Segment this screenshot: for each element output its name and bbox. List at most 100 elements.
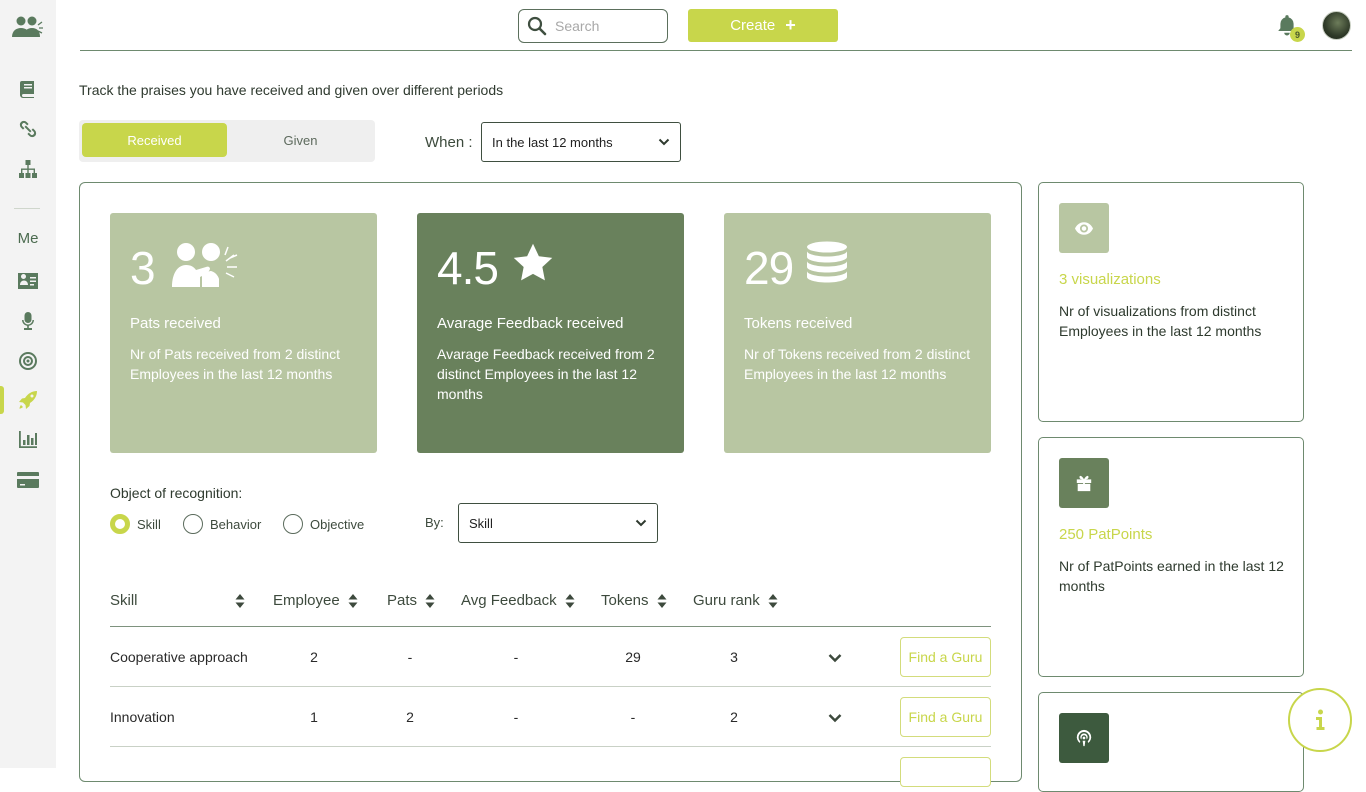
- table-cell-tokens: 29: [625, 649, 641, 665]
- by-select-value: Skill: [469, 515, 493, 531]
- feedback-title: Avarage Feedback received: [437, 315, 624, 332]
- search-icon: [527, 16, 547, 36]
- pats-value: 3: [130, 242, 156, 294]
- sidebar-me-label[interactable]: Me: [0, 230, 56, 247]
- star-icon: [513, 243, 553, 281]
- pat-people-icon: [172, 243, 238, 287]
- microphone-icon[interactable]: [0, 306, 56, 336]
- podcast-card: [1038, 692, 1304, 792]
- column-header-guru-rank[interactable]: Guru rank: [693, 592, 778, 609]
- column-header-skill[interactable]: Skill: [110, 592, 245, 609]
- plus-icon: +: [785, 15, 796, 35]
- chevron-down-icon: [658, 138, 670, 146]
- target-icon[interactable]: [0, 346, 56, 376]
- radio-objective[interactable]: Objective: [283, 514, 364, 534]
- tokens-value: 29: [744, 242, 794, 294]
- radio-behavior-label: Behavior: [210, 516, 262, 532]
- by-select[interactable]: Skill: [458, 503, 658, 543]
- tab-given[interactable]: Given: [229, 123, 372, 157]
- sort-icon[interactable]: [657, 593, 667, 608]
- notification-badge: 9: [1290, 27, 1305, 42]
- column-header-guru-rank-label: Guru rank: [693, 592, 760, 609]
- find-guru-button[interactable]: Find a Guru: [900, 697, 991, 737]
- radio-behavior-indicator[interactable]: [183, 514, 203, 534]
- eye-icon-box: [1059, 203, 1109, 253]
- page-intro: Track the praises you have received and …: [79, 82, 504, 98]
- search-input[interactable]: [555, 18, 655, 34]
- table-cell-guru-rank: 2: [730, 709, 738, 725]
- pats-desc: Nr of Pats received from 2 distinct Empl…: [130, 346, 341, 382]
- table-header-divider: [110, 626, 991, 627]
- users-logo-icon[interactable]: [0, 12, 56, 42]
- when-select-value: In the last 12 months: [492, 134, 613, 150]
- link-icon[interactable]: [0, 114, 56, 144]
- radio-objective-indicator[interactable]: [283, 514, 303, 534]
- radio-objective-label: Objective: [310, 516, 365, 532]
- bar-chart-icon[interactable]: [0, 424, 56, 454]
- object-of-recognition-label: Object of recognition:: [110, 485, 243, 501]
- patpoints-card: 250 PatPoints Nr of PatPoints earned in …: [1038, 437, 1304, 677]
- radio-skill-indicator[interactable]: [110, 514, 130, 534]
- tokens-desc: Nr of Tokens received from 2 distinct Em…: [744, 346, 971, 382]
- table-cell-avg-feedback: -: [513, 649, 519, 665]
- sidebar: Me: [0, 0, 56, 768]
- expand-chevron-icon[interactable]: [828, 713, 842, 723]
- create-button[interactable]: Create +: [688, 9, 838, 42]
- visualizations-card: 3 visualizations Nr of visualizations fr…: [1038, 182, 1304, 422]
- table-row-divider: [110, 686, 991, 687]
- feedback-desc: Avarage Feedback received from 2 distinc…: [437, 346, 655, 402]
- feedback-card: 4.5 Avarage Feedback received Avarage Fe…: [417, 213, 684, 453]
- book-icon[interactable]: [0, 74, 56, 104]
- org-chart-icon[interactable]: [0, 154, 56, 184]
- info-button[interactable]: [1288, 688, 1352, 752]
- sort-icon[interactable]: [235, 593, 245, 608]
- feedback-value: 4.5: [437, 242, 499, 294]
- table-cell-guru-rank: 3: [730, 649, 738, 665]
- visualizations-desc: Nr of visualizations from distinct Emplo…: [1059, 303, 1262, 339]
- column-header-employee[interactable]: Employee: [273, 592, 358, 609]
- find-guru-button[interactable]: Find a Guru: [900, 637, 991, 677]
- id-card-icon[interactable]: [0, 266, 56, 296]
- create-button-label: Create: [730, 17, 776, 34]
- column-header-pats-label: Pats: [387, 592, 418, 609]
- expand-chevron-icon[interactable]: [828, 653, 842, 663]
- tab-received[interactable]: Received: [82, 123, 227, 157]
- column-header-avg-feedback[interactable]: Avg Feedback: [461, 592, 575, 609]
- pats-card: 3 Pats received Nr of Pats received from…: [110, 213, 377, 453]
- avatar[interactable]: [1322, 11, 1351, 40]
- table-cell-pats: -: [407, 649, 413, 665]
- table-cell-skill: Cooperative approach: [110, 649, 248, 665]
- table-cell-employee: 1: [310, 709, 318, 725]
- when-select[interactable]: In the last 12 months: [481, 122, 681, 162]
- sort-icon[interactable]: [348, 593, 358, 608]
- sidebar-divider: [14, 208, 40, 209]
- visualizations-title: 3 visualizations: [1059, 271, 1161, 288]
- chevron-down-icon: [635, 519, 647, 527]
- column-header-avg-feedback-label: Avg Feedback: [461, 592, 557, 609]
- column-header-pats[interactable]: Pats: [387, 592, 435, 609]
- sort-icon[interactable]: [425, 593, 435, 608]
- tokens-card: 29 Tokens received Nr of Tokens received…: [724, 213, 991, 453]
- podcast-icon: [1076, 729, 1092, 747]
- table-cell-avg-feedback: -: [513, 709, 519, 725]
- patpoints-desc: Nr of PatPoints earned in the last 12 mo…: [1059, 558, 1284, 594]
- table-cell-tokens: -: [630, 709, 636, 725]
- column-header-tokens[interactable]: Tokens: [601, 592, 667, 609]
- sort-icon[interactable]: [565, 593, 575, 608]
- table-row-divider: [110, 746, 991, 747]
- table-cell-employee: 2: [310, 649, 318, 665]
- search-box[interactable]: [518, 9, 668, 43]
- find-guru-button-partial[interactable]: [900, 757, 991, 787]
- credit-card-icon[interactable]: [0, 465, 56, 495]
- eye-icon: [1075, 221, 1093, 235]
- rocket-icon[interactable]: [0, 385, 56, 415]
- radio-skill[interactable]: Skill: [110, 514, 161, 534]
- table-cell-pats: 2: [406, 709, 414, 725]
- column-header-skill-label: Skill: [110, 592, 138, 609]
- sort-icon[interactable]: [768, 593, 778, 608]
- radio-behavior[interactable]: Behavior: [183, 514, 261, 534]
- podcast-icon-box: [1059, 713, 1109, 763]
- by-label: By:: [425, 515, 444, 530]
- tokens-title: Tokens received: [744, 315, 853, 332]
- gift-icon: [1076, 475, 1092, 492]
